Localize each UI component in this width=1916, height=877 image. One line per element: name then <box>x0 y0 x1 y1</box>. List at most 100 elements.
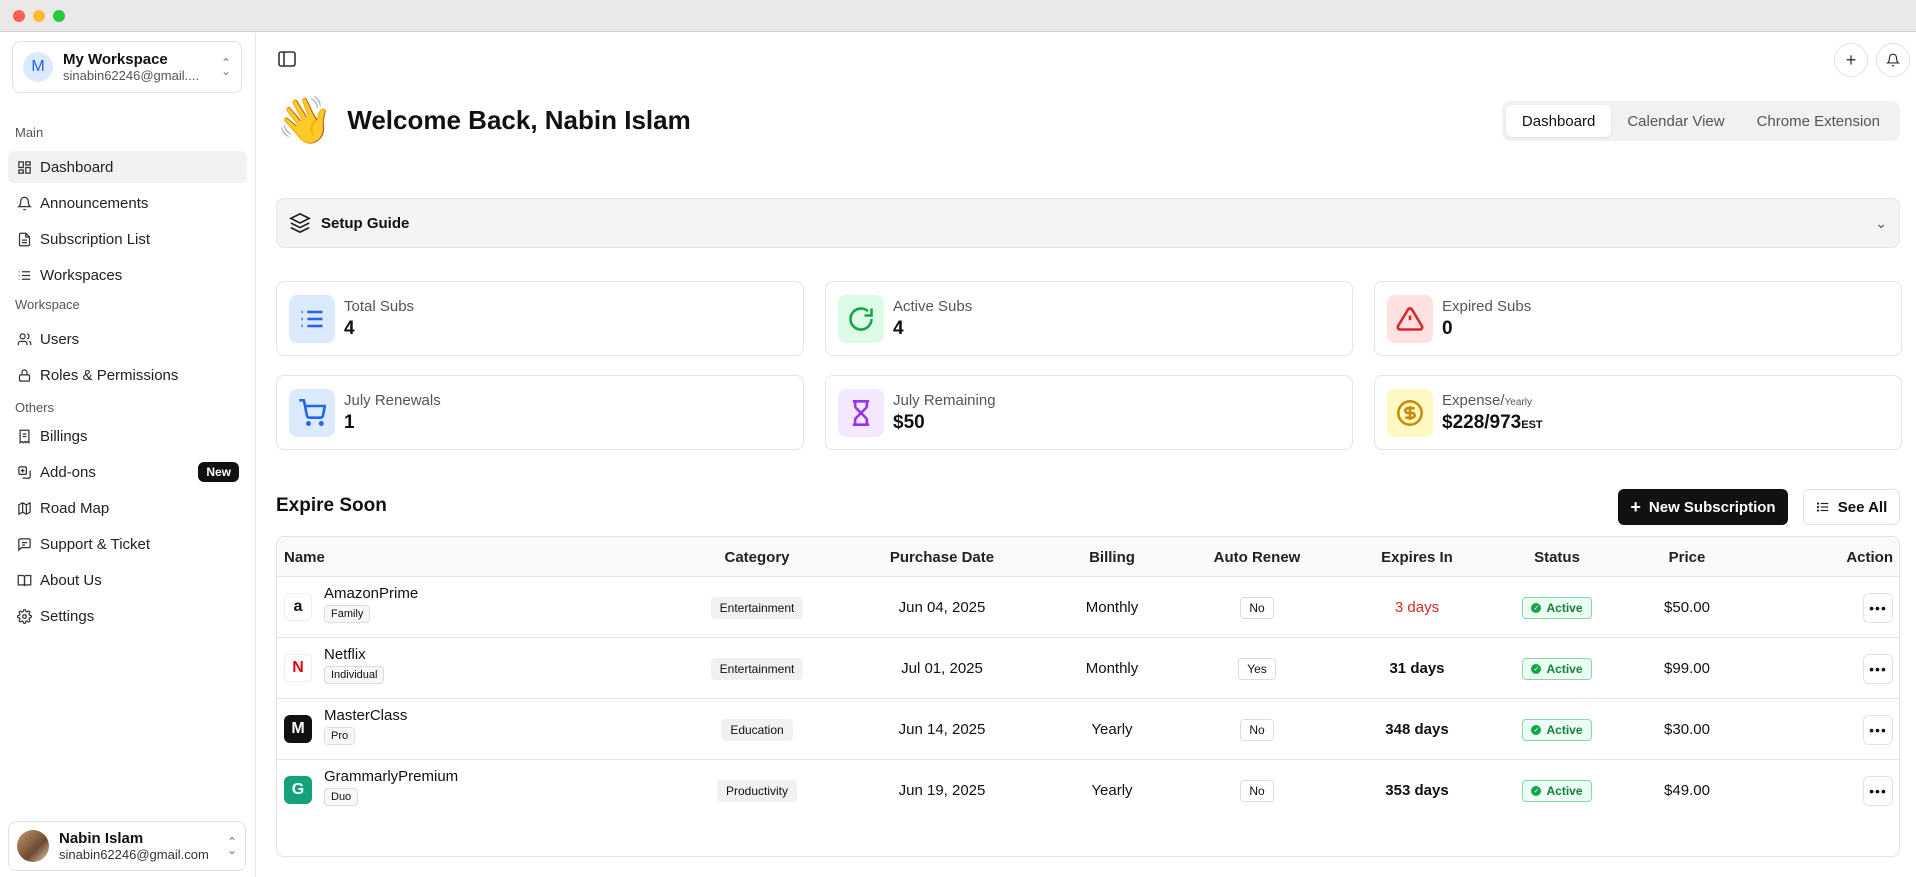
purchase-date-cell: Jun 04, 2025 <box>867 577 1017 638</box>
row-actions-button[interactable]: ••• <box>1863 775 1893 806</box>
bell-ring-icon <box>17 196 32 210</box>
map-icon <box>18 501 31 515</box>
sidebar-item-announcements[interactable]: Announcements <box>8 187 247 219</box>
table-header: Name Category Purchase Date Billing Auto Ren… <box>277 537 1899 577</box>
auto-renew-cell: No <box>1187 760 1327 821</box>
section-label-workspace: Workspace <box>15 297 80 312</box>
minimize-window-button[interactable] <box>33 10 45 22</box>
sidebar-item-users[interactable]: Users <box>8 323 247 355</box>
receipt-icon <box>19 429 30 444</box>
sidebar-item-support-and-ticket[interactable]: Support & Ticket <box>8 528 247 560</box>
row-actions-button[interactable]: ••• <box>1863 592 1893 623</box>
stat-card-july-remaining: July Remaining $50 <box>825 375 1353 450</box>
section-title-expire-soon: Expire Soon <box>276 495 387 516</box>
new-subscription-button[interactable]: + New Subscription <box>1618 489 1788 525</box>
see-all-button[interactable]: See All <box>1803 489 1900 525</box>
status-cell: ✓ Active <box>1497 638 1617 699</box>
notifications-button[interactable] <box>1876 43 1910 77</box>
sidebar-item-settings[interactable]: Settings <box>8 600 247 632</box>
add-button[interactable]: + <box>1834 43 1868 77</box>
status-badge: ✓ Active <box>1522 718 1592 741</box>
row-actions-button[interactable]: ••• <box>1863 714 1893 745</box>
plan-tag: Individual <box>324 666 385 684</box>
lock-icon <box>18 368 31 382</box>
expires-in-cell: 353 days <box>1357 760 1477 821</box>
workspace-switcher[interactable]: M My Workspace sinabin62246@gmail.... ⌃ ⌄ <box>12 41 242 93</box>
service-name-cell: MasterClass Pro <box>324 707 407 745</box>
auto-renew-tag: No <box>1240 779 1274 802</box>
close-window-button[interactable] <box>13 10 25 22</box>
auto-renew-tag: No <box>1240 596 1274 619</box>
category-cell: Entertainment <box>657 577 857 638</box>
table-row[interactable]: N Netflix Individual Entertainment Jul 01, 2… <box>277 638 1899 699</box>
maximize-window-button[interactable] <box>53 10 65 22</box>
status-badge: ✓ Active <box>1522 596 1592 619</box>
setup-guide-accordion[interactable]: Setup Guide ⌄ <box>276 198 1900 248</box>
sidebar-item-road-map[interactable]: Road Map <box>8 492 247 524</box>
sidebar-item-billings[interactable]: Billings <box>8 420 247 452</box>
purchase-date: Jul 01, 2025 <box>901 660 983 677</box>
sidebar-item-add-ons[interactable]: Add-ons New <box>8 456 247 488</box>
workspace-avatar: M <box>23 52 53 82</box>
table-row[interactable]: a AmazonPrime Family Entertainment Jun 04, 2… <box>277 577 1899 638</box>
list-icon <box>18 270 31 280</box>
purchase-date: Jun 19, 2025 <box>898 782 986 799</box>
service-name[interactable]: GrammarlyPremium <box>324 768 458 785</box>
main-content: + 👋 Welcome Back, Nabin Islam Dashboard … <box>256 33 1916 877</box>
row-actions-button[interactable]: ••• <box>1863 653 1893 684</box>
check-circle-icon: ✓ <box>1531 602 1542 613</box>
table-row[interactable]: G GrammarlyPremium Duo Productivity Jun 19, … <box>277 760 1899 821</box>
billing-cycle: Monthly <box>1085 660 1139 677</box>
sidebar-item-roles-and-permissions[interactable]: Roles & Permissions <box>8 359 247 391</box>
column-header-price: Price <box>1668 548 1706 566</box>
status-label: Active <box>1546 722 1583 737</box>
more-horizontal-icon: ••• <box>1869 721 1887 738</box>
plus-icon: + <box>1630 496 1641 517</box>
user-menu[interactable]: Nabin Islam sinabin62246@gmail.com ⌃ ⌄ <box>8 821 246 871</box>
status-cell: ✓ Active <box>1497 699 1617 760</box>
auto-renew-tag: No <box>1240 718 1274 741</box>
view-tabs: Dashboard Calendar View Chrome Extension <box>1501 101 1900 141</box>
auto-renew-cell: Yes <box>1187 638 1327 699</box>
status-label: Active <box>1546 661 1583 676</box>
billing-cell: Monthly <box>1047 577 1177 638</box>
sidebar-item-dashboard[interactable]: Dashboard <box>8 151 247 183</box>
sidebar-toggle-icon[interactable] <box>278 51 296 67</box>
tab-dashboard[interactable]: Dashboard <box>1505 105 1612 137</box>
sidebar-item-label: Billings <box>40 427 88 445</box>
category-tag: Education <box>721 718 793 741</box>
stat-value: 4 <box>893 318 972 340</box>
service-name[interactable]: AmazonPrime <box>324 585 418 602</box>
stat-value-text: 0 <box>1442 317 1453 339</box>
stat-label-text: Expired Subs <box>1442 297 1532 315</box>
column-header-category: Category <box>724 548 790 566</box>
purchase-date: Jun 04, 2025 <box>898 599 986 616</box>
file-icon <box>18 232 31 246</box>
user-name: Nabin Islam <box>59 830 144 847</box>
stat-value-suffix: EST <box>1521 418 1543 431</box>
billing-cell: Monthly <box>1047 638 1177 699</box>
sidebar-item-subscription-list[interactable]: Subscription List <box>8 223 247 255</box>
stat-text: Total Subs 4 <box>344 298 414 340</box>
stat-text: July Remaining $50 <box>893 392 996 434</box>
more-horizontal-icon: ••• <box>1869 660 1887 677</box>
column-header-name: Name <box>284 548 325 566</box>
stat-icon-box <box>838 388 884 437</box>
billing-cycle: Monthly <box>1085 599 1139 616</box>
sidebar-item-about-us[interactable]: About Us <box>8 564 247 596</box>
price-cell: $49.00 <box>1627 760 1747 821</box>
tab-chrome-extension[interactable]: Chrome Extension <box>1741 105 1896 137</box>
tab-calendar-view[interactable]: Calendar View <box>1611 105 1740 137</box>
service-name[interactable]: MasterClass <box>324 707 407 724</box>
service-logo: G <box>284 776 312 804</box>
dashboard-icon <box>18 160 31 174</box>
gear-icon <box>17 608 32 624</box>
wave-emoji: 👋 <box>276 94 334 146</box>
sidebar-item-label: Roles & Permissions <box>40 366 179 384</box>
service-name[interactable]: Netflix <box>324 646 384 663</box>
sidebar-item-workspaces[interactable]: Workspaces <box>8 259 247 291</box>
list-icon <box>1816 502 1829 512</box>
service-logo: a <box>284 593 312 621</box>
table-row[interactable]: M MasterClass Pro Education Jun 14, 2025 Year… <box>277 699 1899 760</box>
see-all-label: See All <box>1837 498 1888 516</box>
